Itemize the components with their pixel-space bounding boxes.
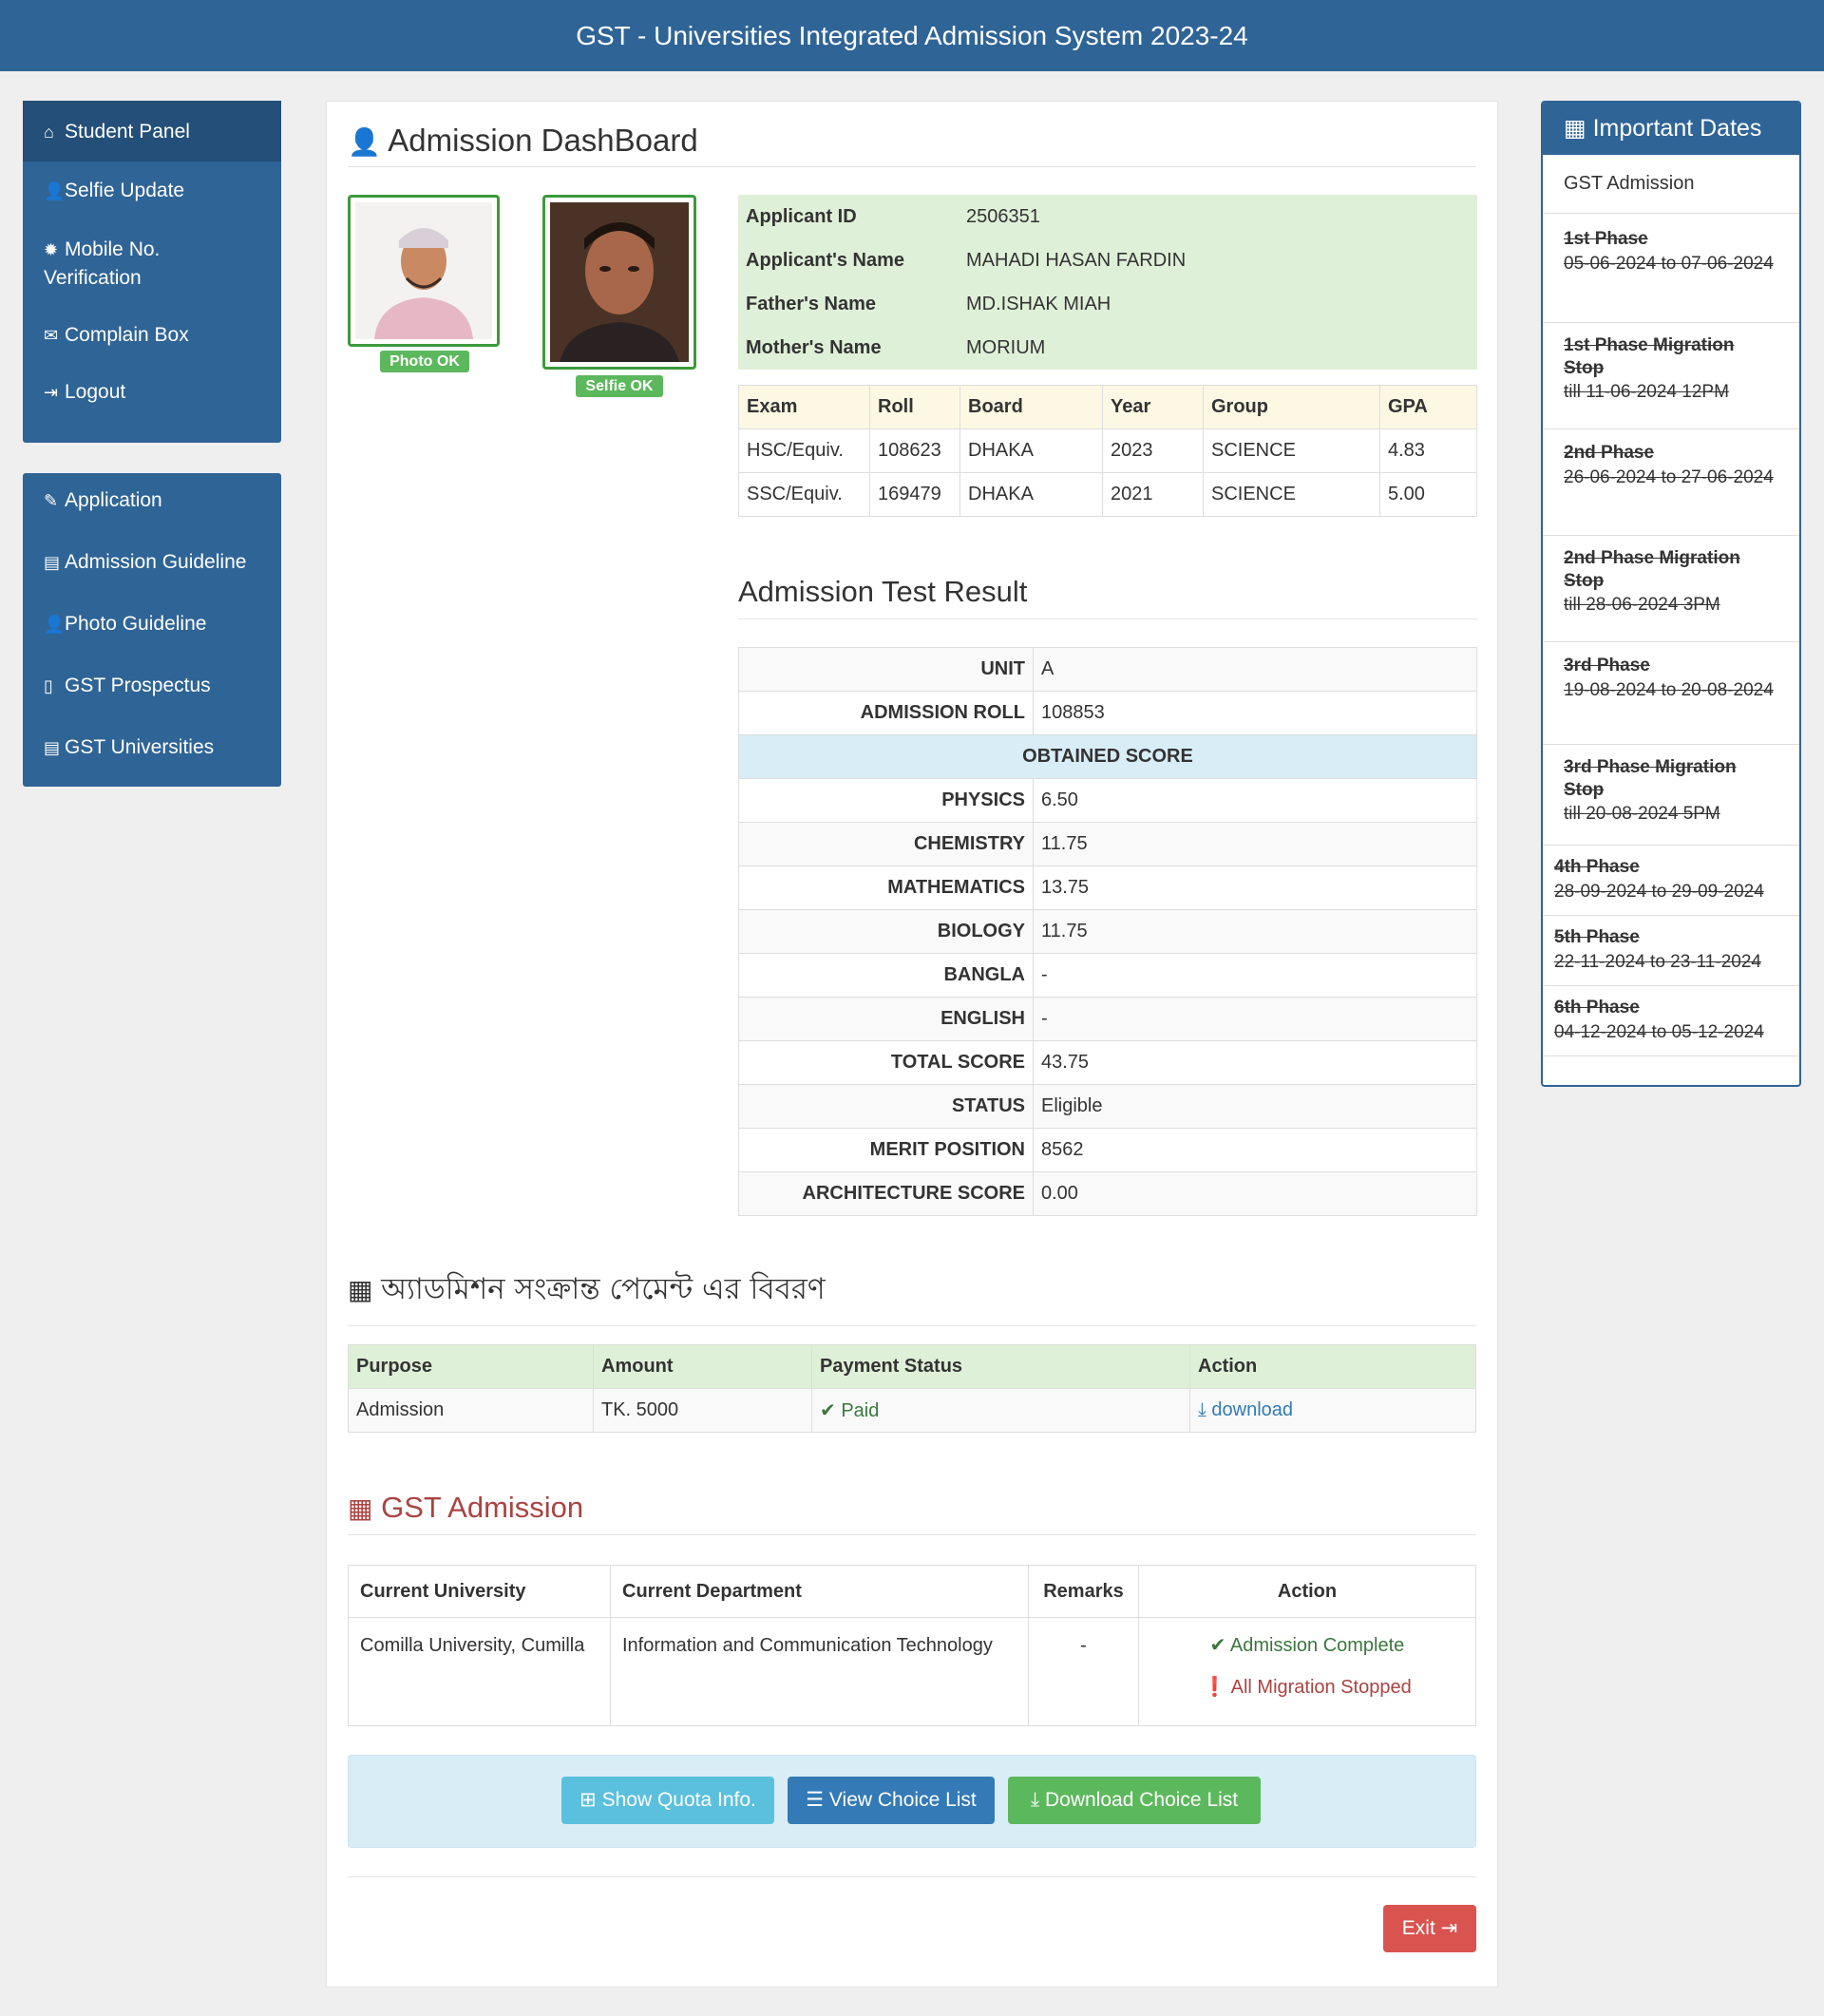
gst-admission-label: GST Admission: [1543, 155, 1799, 214]
table-row: Applicant's Name MAHADI HASAN FARDIN: [738, 238, 1477, 282]
user-icon: 👤: [44, 181, 66, 200]
exit-button[interactable]: Exit ⇥: [1383, 1905, 1476, 1952]
date-item: 1st Phase 05-06-2024 to 07-06-2024: [1543, 214, 1799, 323]
table-row: Comilla University, Cumilla Information …: [348, 1617, 1476, 1726]
actions-well: ⊞ Show Quota Info. ☰ View Choice List ⤓ …: [348, 1755, 1476, 1848]
person-photo-image: [355, 202, 492, 339]
table-row: TOTAL SCORE 43.75: [738, 1040, 1477, 1085]
photo-ok-badge: Photo OK: [380, 351, 469, 372]
table-row: Admission TK. 5000 ✔ Paid ⤓ download: [348, 1388, 1476, 1433]
page-title: 👤 Admission DashBoard: [348, 123, 1476, 167]
table-header-row: Purpose Amount Payment Status Action: [348, 1344, 1476, 1389]
table-row: HSC/Equiv. 108623 DHAKA 2023 SCIENCE 4.83: [738, 428, 1477, 473]
table-row: MATHEMATICS 13.75: [738, 865, 1477, 910]
table-row: SSC/Equiv. 169479 DHAKA 2021 SCIENCE 5.00: [738, 472, 1477, 517]
home-icon: ⌂: [44, 123, 54, 142]
table-header-row: Current University Current Department Re…: [348, 1565, 1476, 1618]
envelope-icon: ✉: [44, 326, 59, 345]
user-icon: 👤: [44, 615, 66, 634]
sidebar-item-application[interactable]: ✎ Application: [23, 473, 281, 532]
check-circle-icon: ✔: [820, 1400, 836, 1421]
table-row: Applicant ID 2506351: [738, 195, 1477, 238]
table-row: Mother's Name MORIUM: [738, 326, 1477, 370]
edit-icon: ✎: [44, 491, 59, 510]
alert-icon: ❗: [1203, 1677, 1227, 1698]
date-item: 3rd Phase 19-08-2024 to 20-08-2024: [1543, 642, 1799, 745]
date-item: 1st Phase Migration Stop till 11-06-2024…: [1543, 323, 1799, 429]
sidebar-item-gst-universities[interactable]: ▤ GST Universities: [23, 717, 281, 779]
sidebar-item-complain-box[interactable]: ✉ Complain Box: [23, 310, 281, 367]
calendar-icon: ▦: [1564, 115, 1586, 142]
important-dates-panel: ▦ Important Dates GST Admission 1st Phas…: [1541, 101, 1801, 1087]
exam-table: Exam Roll Board Year Group GPA HSC/Equiv…: [738, 385, 1477, 517]
divider: [348, 1876, 1476, 1877]
table-row: PHYSICS 6.50: [738, 778, 1477, 823]
logout-icon: ⇥: [1440, 1917, 1458, 1939]
date-item: 3rd Phase Migration Stop till 20-08-2024…: [1543, 745, 1799, 846]
file-icon: ▯: [44, 676, 53, 695]
book-icon: ▤: [44, 738, 61, 757]
table-row: ADMISSION ROLL 108853: [738, 691, 1477, 735]
table-row: OBTAINED SCORE: [738, 734, 1477, 779]
plus-square-icon: ⊞: [580, 1789, 597, 1811]
table-icon: ▦: [348, 1493, 373, 1523]
download-link[interactable]: ⤓ download: [1198, 1399, 1293, 1420]
gear-icon: ✹: [44, 240, 59, 259]
sidebar-item-student-panel[interactable]: ⌂ Student Panel: [23, 101, 281, 162]
sidebar-panel-student: ⌂ Student Panel 👤Selfie Update ✹ Mobile No…: [23, 101, 281, 443]
sidebar-item-mobile-verification[interactable]: ✹ Mobile No. Verification: [23, 222, 241, 310]
selfie-image: [550, 202, 689, 362]
main-card: 👤 Admission DashBoard Photo OK Selfie OK…: [326, 101, 1498, 1987]
list-icon: ☰: [806, 1789, 825, 1811]
table-row: CHEMISTRY 11.75: [738, 822, 1477, 866]
date-item: 4th Phase 28-09-2024 to 29-09-2024: [1543, 846, 1799, 916]
logout-icon: ⇥: [44, 383, 59, 402]
sidebar-item-logout[interactable]: ⇥ Logout: [23, 367, 281, 424]
check-circle-icon: ✔: [1209, 1635, 1226, 1656]
date-item: 5th Phase 22-11-2024 to 23-11-2024: [1543, 916, 1799, 986]
applicant-photo: [348, 195, 500, 347]
table-row: BIOLOGY 11.75: [738, 909, 1477, 954]
result-table: UNIT A ADMISSION ROLL 108853 OBTAINED SCOR…: [738, 647, 1477, 1216]
applicant-selfie: [542, 195, 696, 370]
table-icon: ▦: [348, 1275, 373, 1304]
table-row: ENGLISH -: [738, 997, 1477, 1041]
table-row: UNIT A: [738, 647, 1477, 692]
important-dates-header: ▦ Important Dates: [1543, 103, 1799, 155]
table-row: BANGLA -: [738, 953, 1477, 998]
gst-admission-table: Current University Current Department Re…: [348, 1565, 1476, 1726]
payment-title: ▦ অ্যাডমিশন সংক্রান্ত পেমেন্ট এর বিবরণ: [348, 1266, 1476, 1326]
result-title: Admission Test Result: [738, 575, 1477, 619]
gst-admission-title: ▦ GST Admission: [348, 1491, 1476, 1535]
table-header-row: Exam Roll Board Year Group GPA: [738, 385, 1477, 429]
date-item: 6th Phase 04-12-2024 to 05-12-2024: [1543, 986, 1799, 1056]
book-icon: ▤: [44, 553, 61, 572]
selfie-ok-badge: Selfie OK: [576, 375, 663, 397]
applicant-info-table: Applicant ID 2506351 Applicant's Name MAHA…: [738, 195, 1477, 370]
app-title: GST - Universities Integrated Admission …: [0, 0, 1824, 71]
view-choice-list-button[interactable]: ☰ View Choice List: [788, 1777, 995, 1824]
sidebar-item-admission-guideline[interactable]: ▤ Admission Guideline: [23, 532, 281, 594]
sidebar-item-gst-prospectus[interactable]: ▯ GST Prospectus: [23, 656, 281, 717]
sidebar-item-photo-guideline[interactable]: 👤Photo Guideline: [23, 594, 281, 656]
sidebar-panel-info: ✎ Application ▤ Admission Guideline 👤Photo…: [23, 473, 281, 787]
download-icon: ⤓: [1198, 1399, 1206, 1420]
date-item: 2nd Phase Migration Stop till 28-06-2024…: [1543, 536, 1799, 642]
download-icon: ⤓: [1030, 1789, 1040, 1811]
admission-complete-status: ✔ Admission Complete: [1209, 1635, 1405, 1656]
migration-stopped-status: ❗ All Migration Stopped: [1203, 1677, 1412, 1698]
payment-table: Purpose Amount Payment Status Action Adm…: [348, 1344, 1476, 1433]
sidebar-item-selfie-update[interactable]: 👤Selfie Update: [23, 162, 281, 222]
user-icon: 👤: [348, 127, 381, 157]
date-item: 2nd Phase 26-06-2024 to 27-06-2024: [1543, 429, 1799, 536]
table-row: ARCHITECTURE SCORE 0.00: [738, 1171, 1477, 1216]
table-row: MERIT POSITION 8562: [738, 1128, 1477, 1172]
table-row: Father's Name MD.ISHAK MIAH: [738, 282, 1477, 326]
table-row: STATUS Eligible: [738, 1084, 1477, 1129]
show-quota-button[interactable]: ⊞ Show Quota Info.: [561, 1777, 774, 1824]
download-choice-list-button[interactable]: ⤓ Download Choice List: [1008, 1777, 1261, 1824]
